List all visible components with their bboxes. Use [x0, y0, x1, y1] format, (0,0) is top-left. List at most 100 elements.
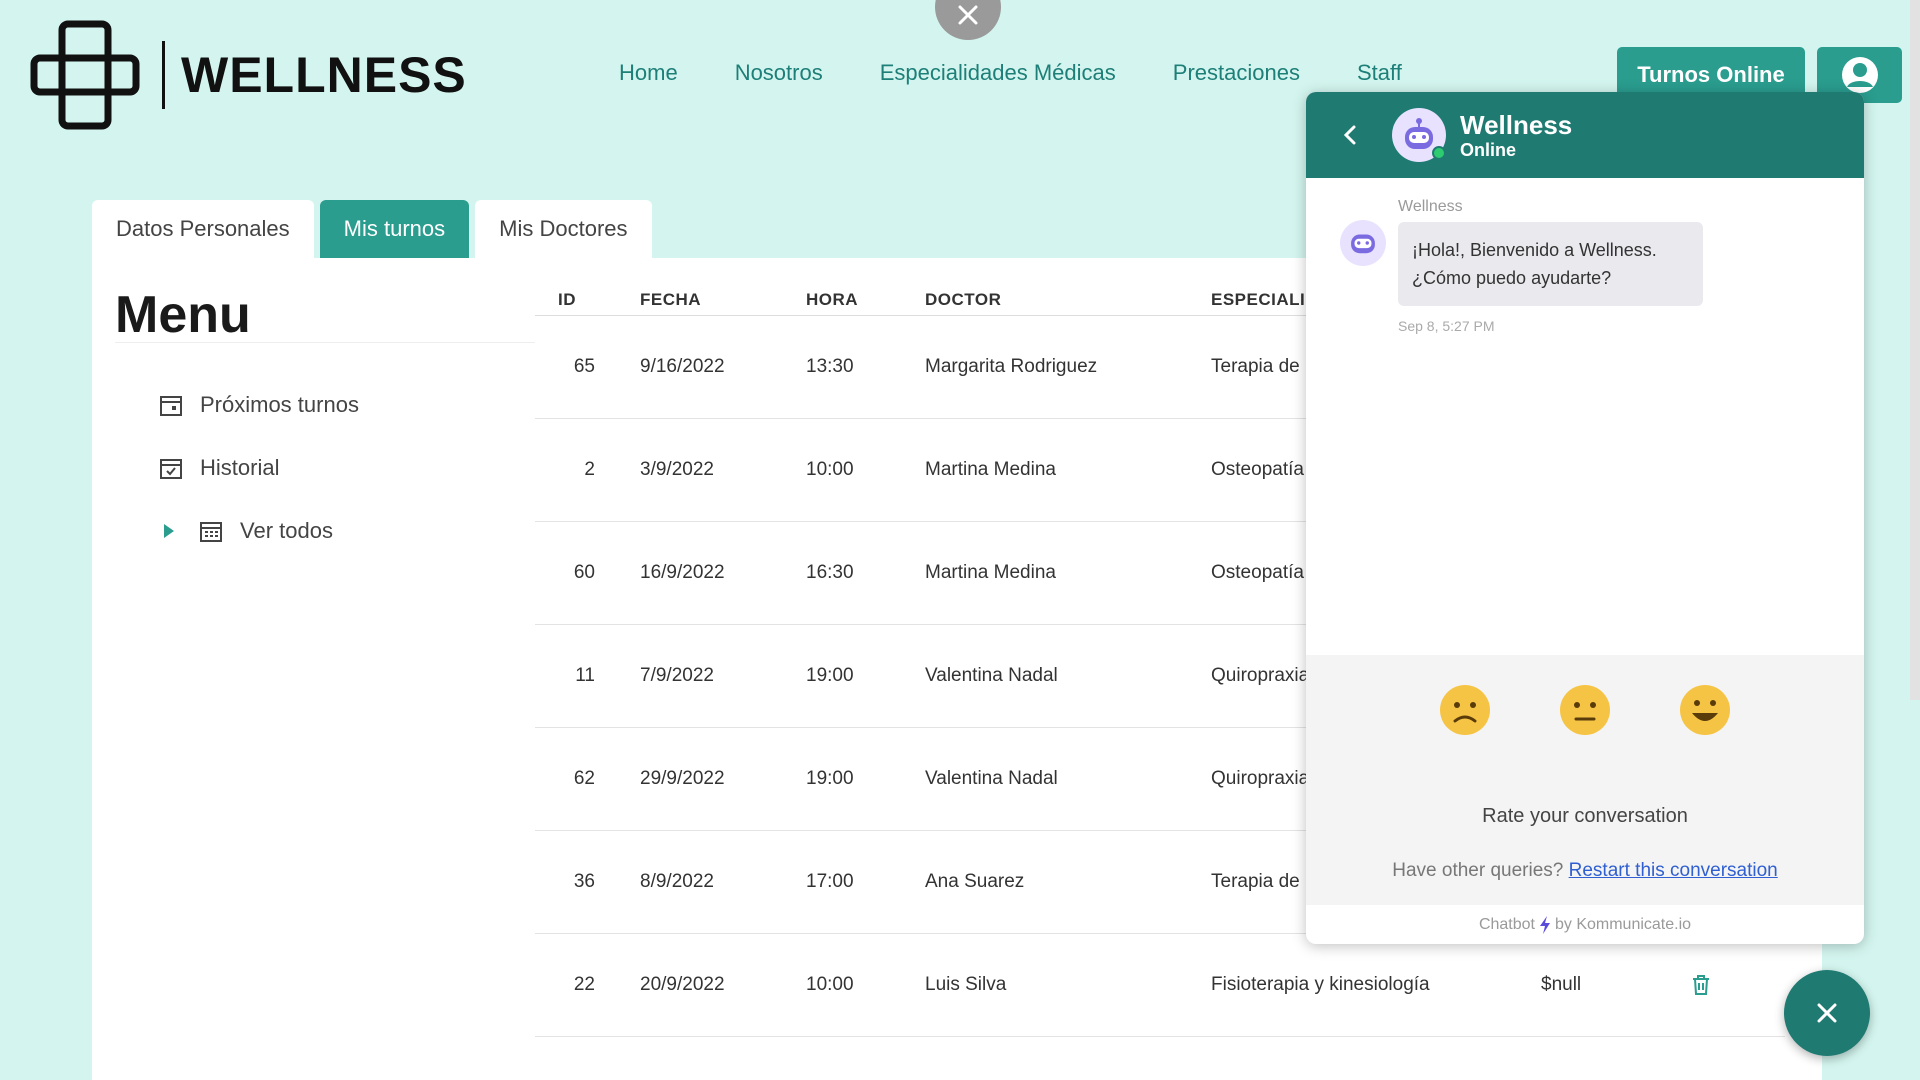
powered-by[interactable]: Chatbot by Kommunicate.io — [1306, 905, 1864, 944]
cell-fecha: 9/16/2022 — [640, 356, 725, 377]
lightning-icon — [1539, 915, 1550, 934]
column-header-id: ID — [558, 290, 576, 309]
robot-icon — [1351, 234, 1375, 254]
calendar-icon — [158, 392, 184, 418]
chevron-left-icon — [1343, 125, 1356, 145]
bot-avatar — [1392, 108, 1446, 162]
cell-fecha: 20/9/2022 — [640, 974, 725, 995]
message-line: ¡Hola!, Bienvenido a Wellness. — [1412, 240, 1657, 260]
column-header-especialidad: ESPECIALID — [1211, 290, 1319, 309]
tab-datos-personales[interactable]: Datos Personales — [92, 200, 314, 258]
cell-id: 11 — [575, 665, 595, 686]
cell-hora: 17:00 — [806, 871, 854, 892]
cell-id: 65 — [573, 356, 595, 377]
close-icon — [958, 5, 978, 25]
cell-doctor: Martina Medina — [925, 459, 1056, 480]
online-status-dot — [1432, 146, 1446, 160]
close-overlay-button[interactable] — [935, 0, 1001, 40]
happy-face-icon[interactable] — [1678, 683, 1732, 737]
cell-hora: 19:00 — [806, 665, 854, 686]
message-bubble: ¡Hola!, Bienvenido a Wellness. ¿Cómo pue… — [1398, 222, 1703, 306]
menu-item-label: Próximos turnos — [200, 392, 359, 417]
tab-mis-turnos[interactable]: Mis turnos — [319, 200, 470, 258]
cell-fecha: 3/9/2022 — [640, 459, 714, 480]
cell-hora: 10:00 — [806, 974, 854, 995]
nav-prestaciones[interactable]: Prestaciones — [1173, 60, 1300, 86]
cell-especialidad: Quiropraxia — [1211, 665, 1310, 686]
message-timestamp: Sep 8, 5:27 PM — [1398, 318, 1495, 334]
nav-especialidades[interactable]: Especialidades Médicas — [880, 60, 1116, 86]
menu-title: Menu — [115, 286, 251, 344]
cell-especialidad: Osteopatía — [1211, 562, 1304, 583]
delete-turno-button[interactable] — [1691, 974, 1711, 996]
message-sender: Wellness — [1398, 198, 1463, 215]
tab-mis-doctores[interactable]: Mis Doctores — [475, 200, 652, 258]
chat-close-fab[interactable] — [1784, 970, 1870, 1056]
cell-especialidad: Osteopatía — [1211, 459, 1304, 480]
cell-fecha: 16/9/2022 — [640, 562, 725, 583]
restart-conversation-link[interactable]: Restart this conversation — [1569, 860, 1778, 881]
cell-doctor: Valentina Nadal — [925, 768, 1058, 789]
menu-item-historial[interactable]: Historial — [158, 455, 279, 481]
cell-id: 2 — [584, 459, 595, 480]
close-icon — [1817, 1003, 1837, 1023]
calendar-grid-icon — [198, 518, 224, 544]
trash-icon — [1693, 975, 1709, 995]
message-avatar — [1340, 220, 1386, 266]
caret-right-icon[interactable] — [164, 524, 174, 538]
medical-cross-icon — [30, 20, 140, 130]
cell-especialidad: Fisioterapia y kinesiología — [1211, 974, 1430, 995]
other-queries: Have other queries? Restart this convers… — [1306, 860, 1864, 882]
page-scrollbar[interactable] — [1910, 0, 1920, 700]
cell-doctor: Valentina Nadal — [925, 665, 1058, 686]
logo-divider — [162, 41, 165, 109]
message-line: ¿Cómo puedo ayudarte? — [1412, 268, 1612, 288]
rating-area: Rate your conversation Have other querie… — [1306, 655, 1864, 905]
brand-name: WELLNESS — [181, 47, 467, 103]
menu-item-label: Ver todos — [240, 518, 333, 543]
user-circle-icon — [1841, 57, 1878, 93]
cell-id: 36 — [573, 871, 595, 892]
cell-doctor: Martina Medina — [925, 562, 1056, 583]
cell-precio: $null — [1541, 974, 1582, 995]
cell-hora: 13:30 — [806, 356, 854, 377]
cell-id: 60 — [573, 562, 595, 583]
menu-item-proximos-turnos[interactable]: Próximos turnos — [158, 392, 359, 418]
cell-doctor: Ana Suarez — [925, 871, 1025, 892]
powered-suffix: by Kommunicate.io — [1554, 915, 1692, 933]
menu-divider — [115, 342, 535, 343]
brand-logo[interactable]: WELLNESS — [28, 18, 467, 132]
chat-status: Online — [1460, 139, 1517, 160]
cell-fecha: 8/9/2022 — [640, 871, 714, 892]
chat-widget: Wellness Online Wellness ¡Hola!, Bienven… — [1306, 92, 1864, 944]
sad-face-icon[interactable] — [1438, 683, 1492, 737]
cell-especialidad: Terapia de — [1211, 871, 1300, 892]
calendar-check-icon — [158, 455, 184, 481]
powered-prefix: Chatbot — [1478, 915, 1535, 933]
table-row[interactable]: 22 20/9/2022 10:00 Luis Silva Fisioterap… — [535, 934, 1785, 1037]
nav-nosotros[interactable]: Nosotros — [735, 60, 823, 86]
cell-id: 22 — [573, 974, 595, 995]
cell-hora: 19:00 — [806, 768, 854, 789]
chat-header: Wellness Online — [1306, 92, 1864, 178]
main-nav: Home Nosotros Especialidades Médicas Pre… — [619, 60, 1402, 86]
cell-hora: 10:00 — [806, 459, 854, 480]
chat-bot-name: Wellness — [1460, 109, 1573, 140]
cell-especialidad: Terapia de — [1211, 356, 1300, 377]
nav-home[interactable]: Home — [619, 60, 678, 86]
cell-id: 62 — [573, 768, 595, 789]
menu-item-label: Historial — [200, 455, 280, 480]
neutral-face-icon[interactable] — [1558, 683, 1612, 737]
column-header-hora: HORA — [806, 290, 859, 309]
cell-hora: 16:30 — [806, 562, 854, 583]
cell-fecha: 29/9/2022 — [640, 768, 725, 789]
cell-fecha: 7/9/2022 — [640, 665, 714, 686]
cell-doctor: Luis Silva — [925, 974, 1007, 995]
rate-conversation-text: Rate your conversation — [1482, 805, 1688, 827]
column-header-doctor: DOCTOR — [925, 290, 1002, 309]
cell-doctor: Margarita Rodriguez — [925, 356, 1098, 377]
chat-back-button[interactable] — [1342, 123, 1366, 147]
menu-item-ver-todos[interactable]: Ver todos — [164, 518, 333, 544]
nav-staff[interactable]: Staff — [1357, 60, 1402, 86]
column-header-fecha: FECHA — [640, 290, 702, 309]
